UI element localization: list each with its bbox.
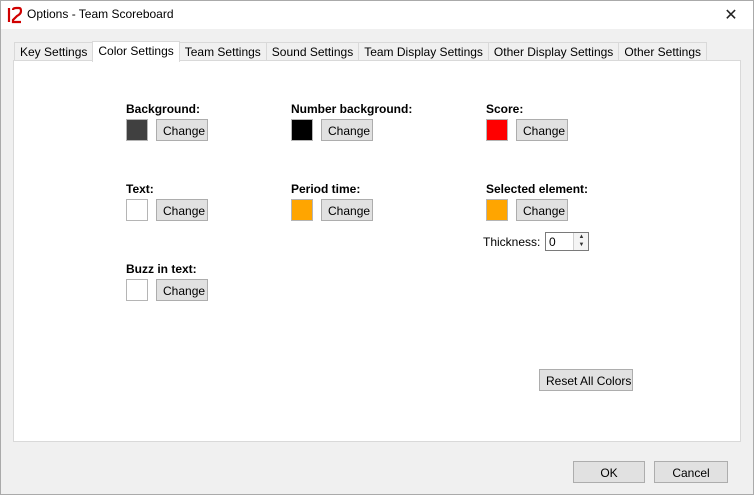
score-color-label: Score: (486, 102, 524, 116)
text-color-swatch (126, 199, 148, 221)
reset-all-colors-button[interactable]: Reset All Colors (539, 369, 633, 391)
period-time-color-swatch (291, 199, 313, 221)
options-window: Options - Team Scoreboard ✕ Key Settings… (0, 0, 754, 495)
thickness-spinner[interactable]: 0 ▲ ▼ (545, 232, 589, 251)
period-time-color-label: Period time: (291, 182, 361, 196)
title-bar: Options - Team Scoreboard ✕ (1, 1, 753, 29)
tab-sound-settings[interactable]: Sound Settings (265, 42, 360, 61)
text-color-label: Text: (126, 182, 154, 196)
number-background-color-label: Number background: (291, 102, 413, 116)
number-background-change-button[interactable]: Change (321, 119, 373, 141)
buzz-in-text-change-button[interactable]: Change (156, 279, 208, 301)
selected-element-change-button[interactable]: Change (516, 199, 568, 221)
tab-team-settings[interactable]: Team Settings (178, 42, 267, 61)
selected-element-color-label: Selected element: (486, 182, 589, 196)
close-icon: ✕ (724, 7, 738, 24)
tab-key-settings[interactable]: Key Settings (14, 42, 94, 61)
number-background-color-swatch (291, 119, 313, 141)
spin-up-icon[interactable]: ▲ (574, 233, 589, 241)
thickness-value[interactable]: 0 (549, 235, 556, 249)
score-change-button[interactable]: Change (516, 119, 568, 141)
tab-other-display-settings[interactable]: Other Display Settings (487, 42, 620, 61)
thickness-label: Thickness: (483, 235, 541, 249)
color-settings-panel: Background: Change Number background: Ch… (13, 60, 741, 442)
tab-color-settings[interactable]: Color Settings (92, 41, 180, 62)
buzz-in-text-color-label: Buzz in text: (126, 262, 197, 276)
background-change-button[interactable]: Change (156, 119, 208, 141)
buzz-in-text-color-swatch (126, 279, 148, 301)
app-icon (7, 6, 23, 24)
cancel-button[interactable]: Cancel (654, 461, 728, 483)
tab-strip: Key Settings Color Settings Team Setting… (14, 41, 708, 62)
background-color-swatch (126, 119, 148, 141)
tab-other-settings[interactable]: Other Settings (618, 42, 708, 61)
score-color-swatch (486, 119, 508, 141)
ok-button[interactable]: OK (573, 461, 645, 483)
window-title: Options - Team Scoreboard (27, 7, 174, 21)
thickness-spin-arrows: ▲ ▼ (573, 233, 588, 250)
period-time-change-button[interactable]: Change (321, 199, 373, 221)
text-change-button[interactable]: Change (156, 199, 208, 221)
selected-element-color-swatch (486, 199, 508, 221)
spin-down-icon[interactable]: ▼ (574, 241, 589, 249)
background-color-label: Background: (126, 102, 201, 116)
close-button[interactable]: ✕ (709, 1, 753, 29)
tab-team-display-settings[interactable]: Team Display Settings (358, 42, 489, 61)
